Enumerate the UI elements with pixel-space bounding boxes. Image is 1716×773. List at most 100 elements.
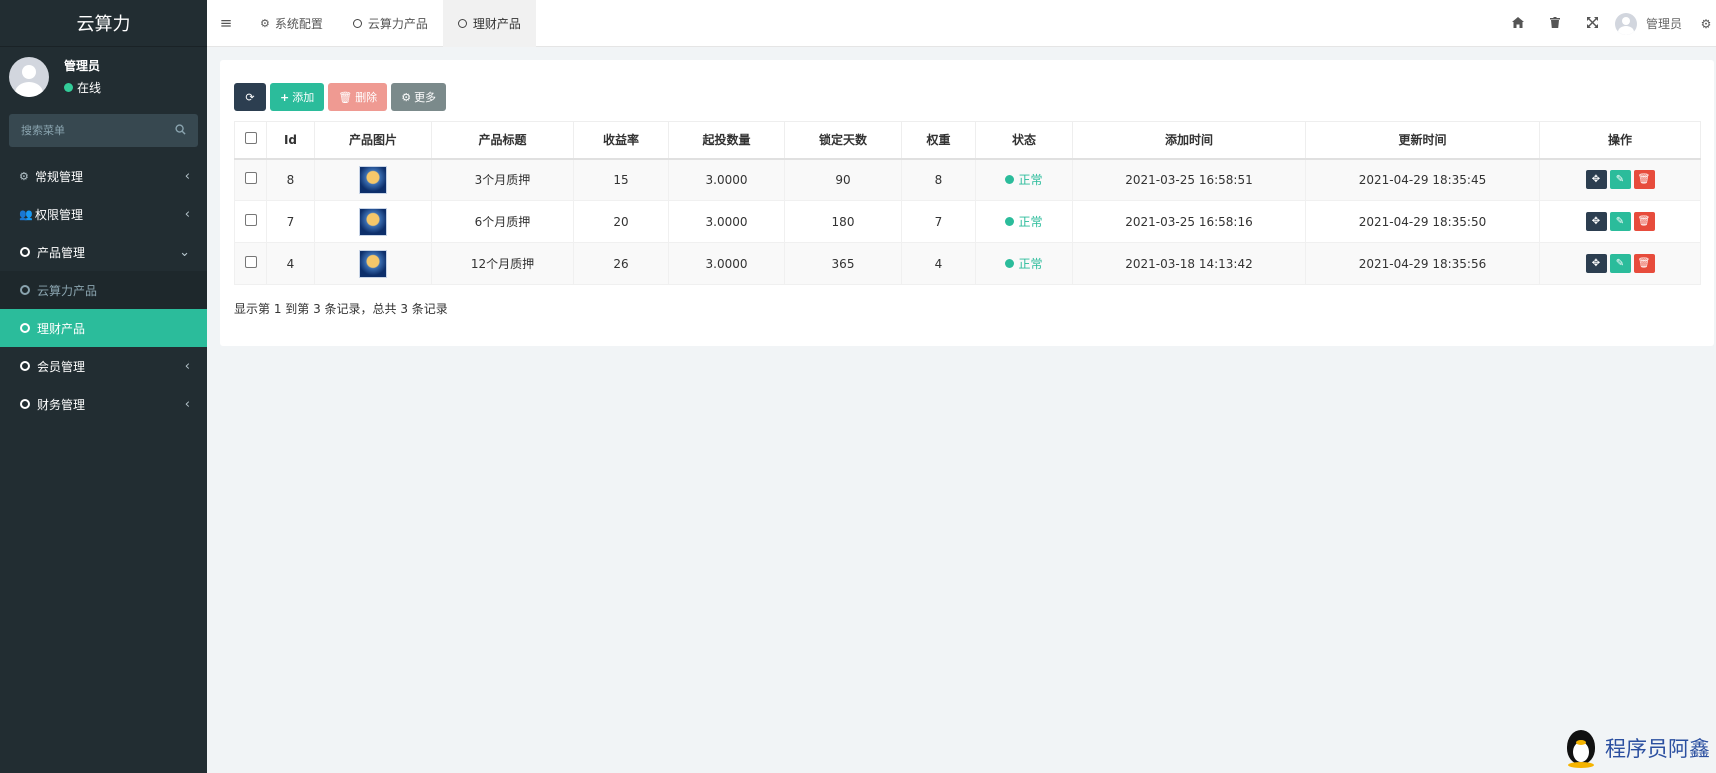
delete-button-label: 删除: [355, 91, 378, 104]
sidebar-item-label: 产品管理: [37, 245, 86, 260]
cell-actions: ✥ ✎ 🗑: [1539, 242, 1701, 285]
column-header: 收益率: [573, 121, 669, 160]
sidebar-item-label: 理财产品: [37, 321, 86, 336]
row-checkbox[interactable]: [244, 214, 257, 226]
brand-logo[interactable]: 云算力: [0, 0, 207, 47]
table-row[interactable]: 4 12个月质押 26 3.0000 365 4 正常 2021-03-18 1…: [234, 242, 1701, 285]
delete-trash-icon[interactable]: 🗑: [1633, 254, 1655, 273]
cell-weight: 7: [901, 200, 976, 243]
menu-search-input[interactable]: [21, 124, 171, 137]
chevron-left-icon: ‹: [184, 358, 190, 374]
drag-sort-icon[interactable]: ✥: [1585, 212, 1607, 231]
cell-min-qty: 3.0000: [668, 242, 785, 285]
drag-sort-icon[interactable]: ✥: [1585, 170, 1607, 190]
user-panel: 管理员 在线: [0, 47, 207, 106]
column-header: 起投数量: [668, 121, 785, 160]
cell-lock-days: 180: [784, 200, 902, 243]
status-dot-icon: [1005, 259, 1015, 268]
online-dot-icon: [64, 83, 73, 92]
cell-status: 正常: [975, 200, 1073, 243]
edit-pencil-icon[interactable]: ✎: [1609, 212, 1631, 231]
status-label: 正常: [1018, 215, 1043, 229]
delete-button[interactable]: 🗑 删除: [328, 83, 388, 111]
watermark-text: 程序员阿鑫: [1605, 737, 1710, 761]
watermark: 程序员阿鑫: [1561, 728, 1710, 768]
row-actions: ✥ ✎ 🗑: [1585, 170, 1655, 190]
menu-toggle-icon[interactable]: ≡: [207, 14, 245, 32]
product-thumbnail[interactable]: [359, 207, 387, 236]
column-header: 添加时间: [1072, 121, 1306, 160]
product-thumbnail[interactable]: [359, 249, 387, 278]
tab-finance-products[interactable]: 理财产品: [442, 0, 536, 47]
cell-status: 正常: [975, 242, 1073, 285]
row-select-cell: [234, 242, 267, 285]
cell-id: 4: [266, 242, 315, 285]
cell-lock-days: 90: [784, 158, 902, 201]
sidebar-item-permissions[interactable]: 👥 权限管理 ‹: [0, 195, 207, 233]
sidebar-item-products[interactable]: 产品管理 ⌄: [0, 233, 207, 271]
sidebar-item-label: 权限管理: [35, 207, 84, 222]
cell-updated: 2021-04-29 18:35:50: [1305, 200, 1540, 243]
fullscreen-icon[interactable]: [1574, 16, 1611, 31]
tab-system-config[interactable]: ⚙ 系统配置: [245, 0, 338, 47]
more-button[interactable]: ⚙ 更多: [391, 83, 447, 111]
table-toolbar: ⟳ + 添加 🗑 删除 ⚙ 更多: [234, 83, 450, 111]
tab-label: 云算力产品: [367, 16, 428, 31]
sidebar-item-members[interactable]: 会员管理 ‹: [0, 347, 207, 385]
cell-updated: 2021-04-29 18:35:45: [1305, 158, 1540, 201]
row-checkbox[interactable]: [244, 256, 257, 268]
select-all-checkbox[interactable]: [244, 132, 257, 145]
circle-icon: [20, 399, 30, 409]
cell-rate: 26: [573, 242, 669, 285]
home-icon[interactable]: [1500, 16, 1537, 31]
circle-icon: [457, 18, 467, 28]
column-header: 产品标题: [431, 121, 574, 160]
cell-min-qty: 3.0000: [668, 158, 785, 201]
table-row[interactable]: 8 3个月质押 15 3.0000 90 8 正常 2021-03-25 16:…: [234, 158, 1701, 201]
cell-title: 3个月质押: [431, 158, 574, 201]
sidebar-item-finance-products[interactable]: 理财产品: [0, 309, 207, 347]
column-header: 权重: [901, 121, 976, 160]
delete-trash-icon[interactable]: 🗑: [1633, 212, 1655, 231]
column-header[interactable]: Id: [266, 121, 315, 160]
trash-icon[interactable]: [1537, 16, 1574, 31]
avatar: [1614, 12, 1637, 35]
edit-pencil-icon[interactable]: ✎: [1609, 254, 1631, 273]
column-header: 产品图片: [314, 121, 432, 160]
sidebar: 云算力 管理员 在线 ⚙ 常规管理 ‹ 👥 权限管理 ‹ 产品管理 ⌄ 云算力产…: [0, 0, 207, 773]
search-icon[interactable]: [175, 123, 186, 138]
cell-rate: 15: [573, 158, 669, 201]
sidebar-item-general[interactable]: ⚙ 常规管理 ‹: [0, 157, 207, 195]
refresh-icon: ⟳: [245, 90, 255, 104]
user-status-label: 在线: [77, 81, 102, 95]
cell-created: 2021-03-25 16:58:16: [1072, 200, 1306, 243]
table-row[interactable]: 7 6个月质押 20 3.0000 180 7 正常 2021-03-25 16…: [234, 200, 1701, 243]
cell-title: 12个月质押: [431, 242, 574, 285]
cogs-icon: ⚙: [19, 169, 29, 183]
refresh-button[interactable]: ⟳: [234, 83, 266, 111]
cell-image: [314, 200, 432, 243]
row-select-cell: [234, 200, 267, 243]
sidebar-item-cloud-power-products[interactable]: 云算力产品: [0, 271, 207, 309]
product-thumbnail[interactable]: [359, 165, 387, 194]
menu-search: [9, 114, 198, 147]
cogs-icon[interactable]: ⚙: [1696, 17, 1716, 31]
cell-title: 6个月质押: [431, 200, 574, 243]
delete-trash-icon[interactable]: 🗑: [1633, 170, 1655, 190]
status-dot-icon: [1005, 175, 1015, 185]
drag-sort-icon[interactable]: ✥: [1585, 254, 1607, 273]
add-button-label: 添加: [292, 91, 315, 104]
status-label: 正常: [1018, 173, 1043, 188]
cell-status: 正常: [975, 158, 1073, 201]
top-user-menu[interactable]: 管理员: [1611, 12, 1696, 35]
cell-lock-days: 365: [784, 242, 902, 285]
edit-pencil-icon[interactable]: ✎: [1609, 170, 1631, 190]
cell-id: 7: [266, 200, 315, 243]
tab-cloud-power-products[interactable]: 云算力产品: [338, 0, 443, 47]
sidebar-item-finance[interactable]: 财务管理 ‹: [0, 385, 207, 423]
cell-id: 8: [266, 158, 315, 201]
row-checkbox[interactable]: [244, 172, 257, 185]
sidebar-item-label: 财务管理: [37, 397, 86, 412]
add-button[interactable]: + 添加: [270, 83, 325, 111]
row-actions: ✥ ✎ 🗑: [1585, 254, 1655, 273]
